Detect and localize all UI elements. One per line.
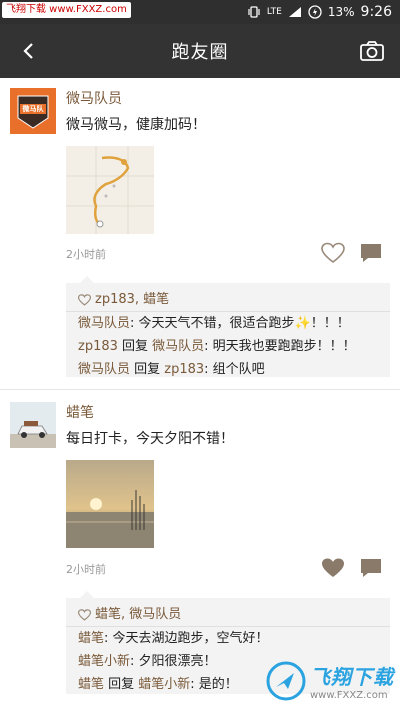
likes-names[interactable]: zp183, 蜡笔: [95, 289, 169, 311]
comment-item[interactable]: 微马队员 回复 zp183: 组个队吧: [78, 358, 378, 381]
car-photo-icon: [10, 402, 56, 448]
status-bar: 飞翔下载 www.FXXZ.com LTE 13% 9:26: [0, 0, 400, 24]
status-icons: LTE 13% 9:26: [247, 0, 392, 24]
avatar[interactable]: [10, 402, 56, 448]
heart-outline-icon: [78, 609, 91, 621]
comment-button[interactable]: [358, 241, 384, 265]
post-map-image[interactable]: [66, 146, 154, 234]
heart-filled-icon: [322, 558, 344, 577]
watermark-logo-icon: [266, 661, 306, 701]
heart-outline-icon: [321, 242, 345, 264]
commenter-name[interactable]: 微马队员: [78, 362, 130, 377]
comment-item[interactable]: 蜡笔: 今天去湖边跑步，空气好！: [78, 627, 378, 650]
battery-saver-icon: [308, 5, 322, 19]
avatar[interactable]: 微马队: [10, 88, 56, 134]
comment-item[interactable]: zp183 回复 微马队员: 明天我也要跑跑步！！！: [78, 335, 378, 358]
comment-bubble-icon: [361, 559, 381, 577]
reply-to-name[interactable]: 微马队员: [152, 339, 204, 354]
post-item: 微马队 微马队员 微马微马，健康加码！ 2小时前 zp183, 蜡笔 微马队员:…: [0, 78, 400, 390]
avatar-logo-text: 微马队: [22, 105, 44, 113]
reply-word: 回复: [130, 362, 165, 377]
reply-word: 回复: [117, 339, 153, 354]
post-time: 2小时前: [66, 248, 106, 261]
comment-button[interactable]: [358, 556, 384, 580]
back-button[interactable]: [14, 36, 44, 66]
commenter-name[interactable]: 蜡笔: [78, 677, 104, 692]
page-title: 跑友圈: [171, 42, 229, 63]
reply-to-name[interactable]: zp183: [164, 362, 204, 377]
route-map-icon: [66, 146, 154, 234]
likes-line: 蜡笔, 微马队员: [78, 604, 378, 626]
watermark-logo-url: www.FXXZ.com: [310, 690, 388, 701]
likes-names[interactable]: 蜡笔, 微马队员: [95, 604, 181, 626]
commenter-name[interactable]: 微马队员: [78, 316, 130, 331]
comment-text: : 今天去湖边跑步，空气好！: [104, 631, 269, 646]
camera-icon: [360, 41, 384, 61]
battery-percent: 13%: [327, 5, 355, 19]
commenter-name[interactable]: 蜡笔: [78, 631, 104, 646]
comment-text: : 夕阳很漂亮！: [130, 654, 217, 669]
sunset-photo-icon: [66, 460, 154, 548]
watermark-logo-text: 飞翔下载: [310, 665, 394, 689]
post-text: 每日打卡，今天夕阳不错！: [66, 431, 234, 447]
likes-line: zp183, 蜡笔: [78, 289, 378, 311]
post-photo[interactable]: [66, 460, 154, 548]
clock: 9:26: [360, 4, 392, 20]
app-bar: 跑友圈: [0, 24, 400, 78]
network-label: LTE: [266, 7, 282, 17]
post-time: 2小时前: [66, 563, 106, 576]
heart-outline-icon: [78, 294, 91, 306]
commenter-name[interactable]: zp183: [78, 339, 118, 354]
moments-feed: 微马队 微马队员 微马微马，健康加码！ 2小时前 zp183, 蜡笔 微马队员:…: [0, 78, 400, 711]
comment-text: : 组个队吧: [204, 362, 265, 377]
comment-text: : 今天天气不错，很适合跑步✨！！！: [130, 316, 350, 331]
post-author[interactable]: 微马队员: [66, 88, 122, 108]
camera-button[interactable]: [356, 35, 388, 67]
post-text: 微马微马，健康加码！: [66, 117, 206, 133]
back-arrow-icon: [23, 43, 33, 59]
watermark-label: 飞翔下载 www.FXXZ.com: [2, 2, 131, 18]
watermark-logo: 飞翔下载 www.FXXZ.com: [266, 657, 396, 705]
commenter-name[interactable]: 蜡笔小新: [78, 654, 130, 669]
like-button[interactable]: [320, 241, 346, 265]
signal-icon: [288, 7, 301, 17]
comment-bubble-icon: [361, 244, 381, 262]
comment-panel: zp183, 蜡笔 微马队员: 今天天气不错，很适合跑步✨！！！ zp183 回…: [66, 276, 390, 377]
reply-to-name[interactable]: 蜡笔小新: [138, 677, 190, 692]
post-author[interactable]: 蜡笔: [66, 402, 94, 422]
comment-text: : 明天我也要跑跑步！！！: [204, 339, 356, 354]
comment-item[interactable]: 微马队员: 今天天气不错，很适合跑步✨！！！: [78, 312, 378, 335]
vibrate-icon: [248, 6, 260, 18]
comment-text: : 是的！: [190, 677, 238, 692]
reply-word: 回复: [104, 677, 139, 692]
like-button[interactable]: [320, 556, 346, 580]
